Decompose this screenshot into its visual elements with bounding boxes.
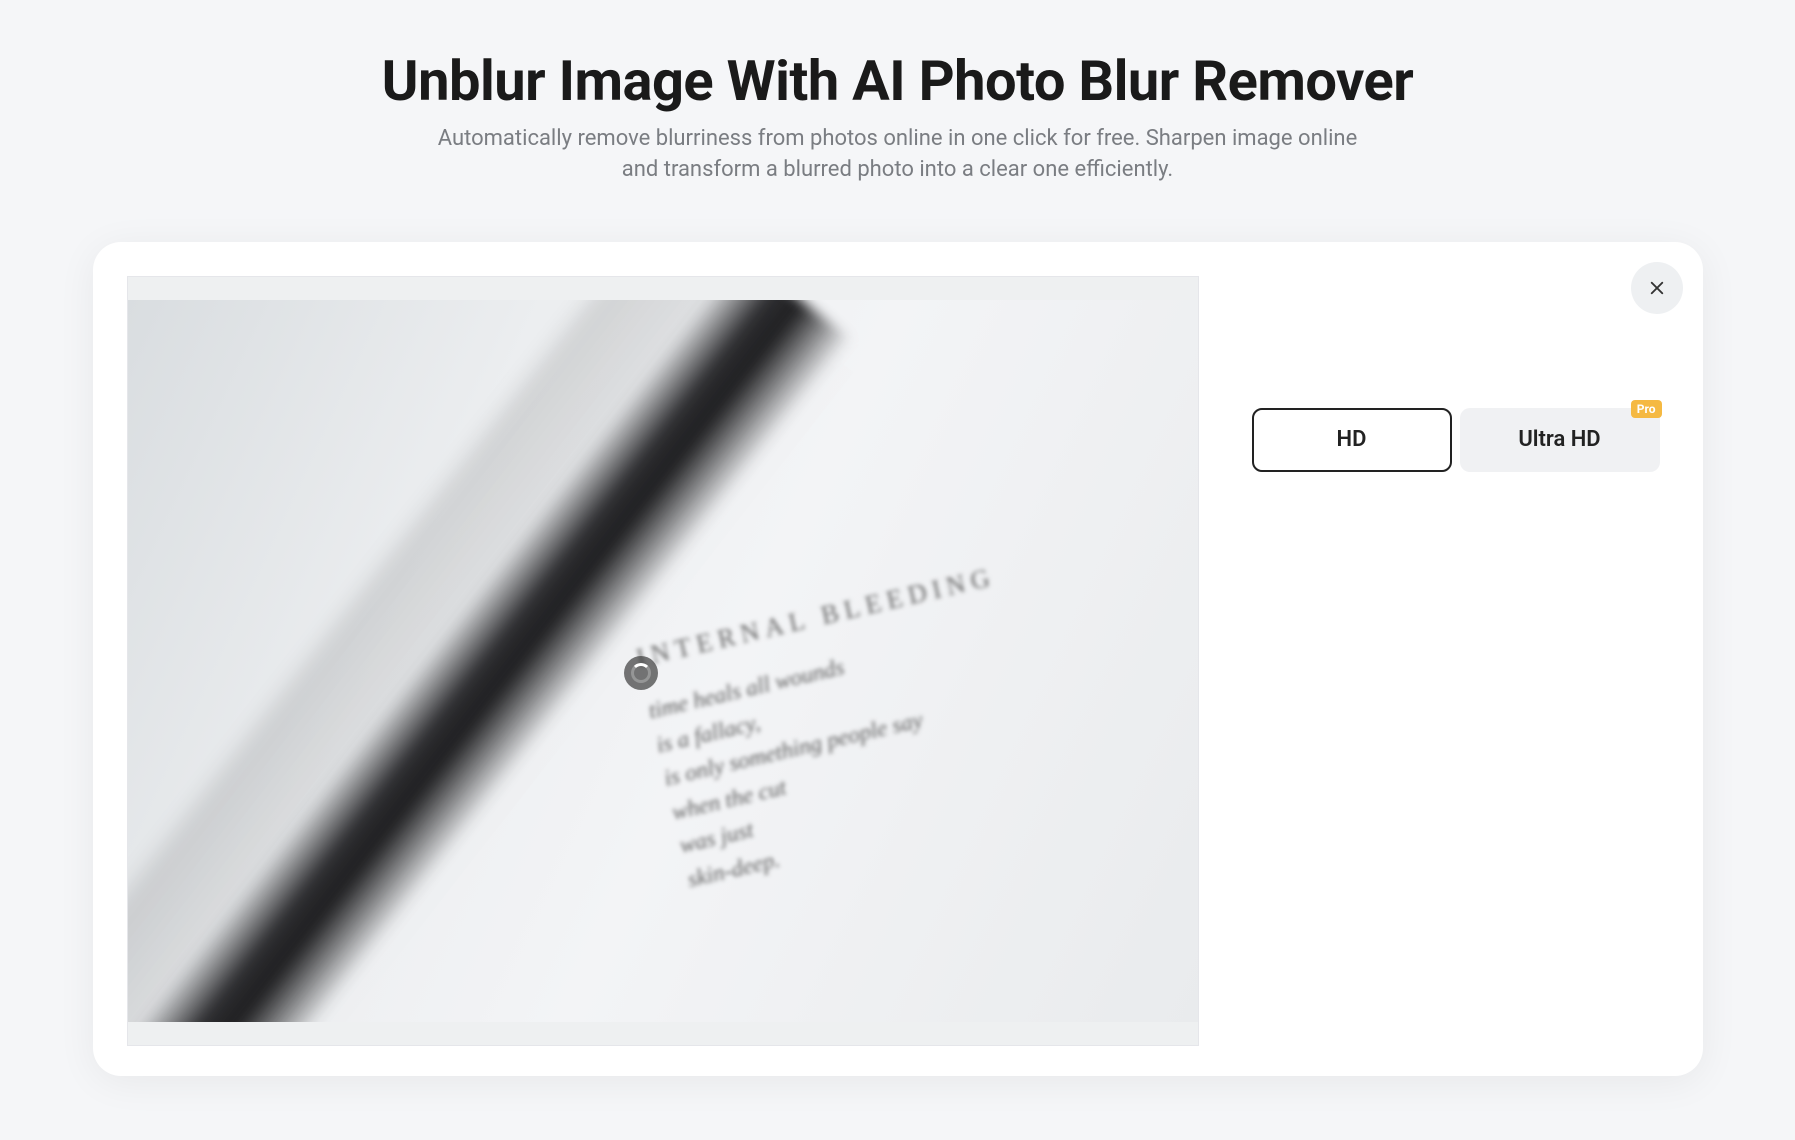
quality-hd-button[interactable]: HD — [1252, 408, 1452, 472]
quality-ultrahd-label: Ultra HD — [1518, 427, 1600, 452]
loading-spinner — [624, 656, 658, 690]
uploaded-image: INTERNAL BLEEDING time heals all wounds … — [128, 300, 1198, 1022]
quality-ultrahd-button[interactable]: Ultra HD Pro — [1460, 408, 1660, 472]
image-preview-frame: INTERNAL BLEEDING time heals all wounds … — [127, 276, 1199, 1046]
editor-card: INTERNAL BLEEDING time heals all wounds … — [93, 242, 1703, 1076]
image-text-content: INTERNAL BLEEDING time heals all wounds … — [633, 562, 1049, 897]
page-subtitle: Automatically remove blurriness from pho… — [418, 124, 1378, 186]
quality-hd-label: HD — [1337, 427, 1367, 452]
spinner-icon — [631, 663, 651, 683]
quality-toggle: HD Ultra HD Pro — [1252, 408, 1660, 472]
options-panel: HD Ultra HD Pro — [1249, 276, 1663, 1046]
page-title: Unblur Image With AI Photo Blur Remover — [0, 48, 1795, 114]
pro-badge: Pro — [1631, 400, 1662, 418]
close-button[interactable] — [1631, 262, 1683, 314]
close-icon — [1648, 279, 1666, 297]
